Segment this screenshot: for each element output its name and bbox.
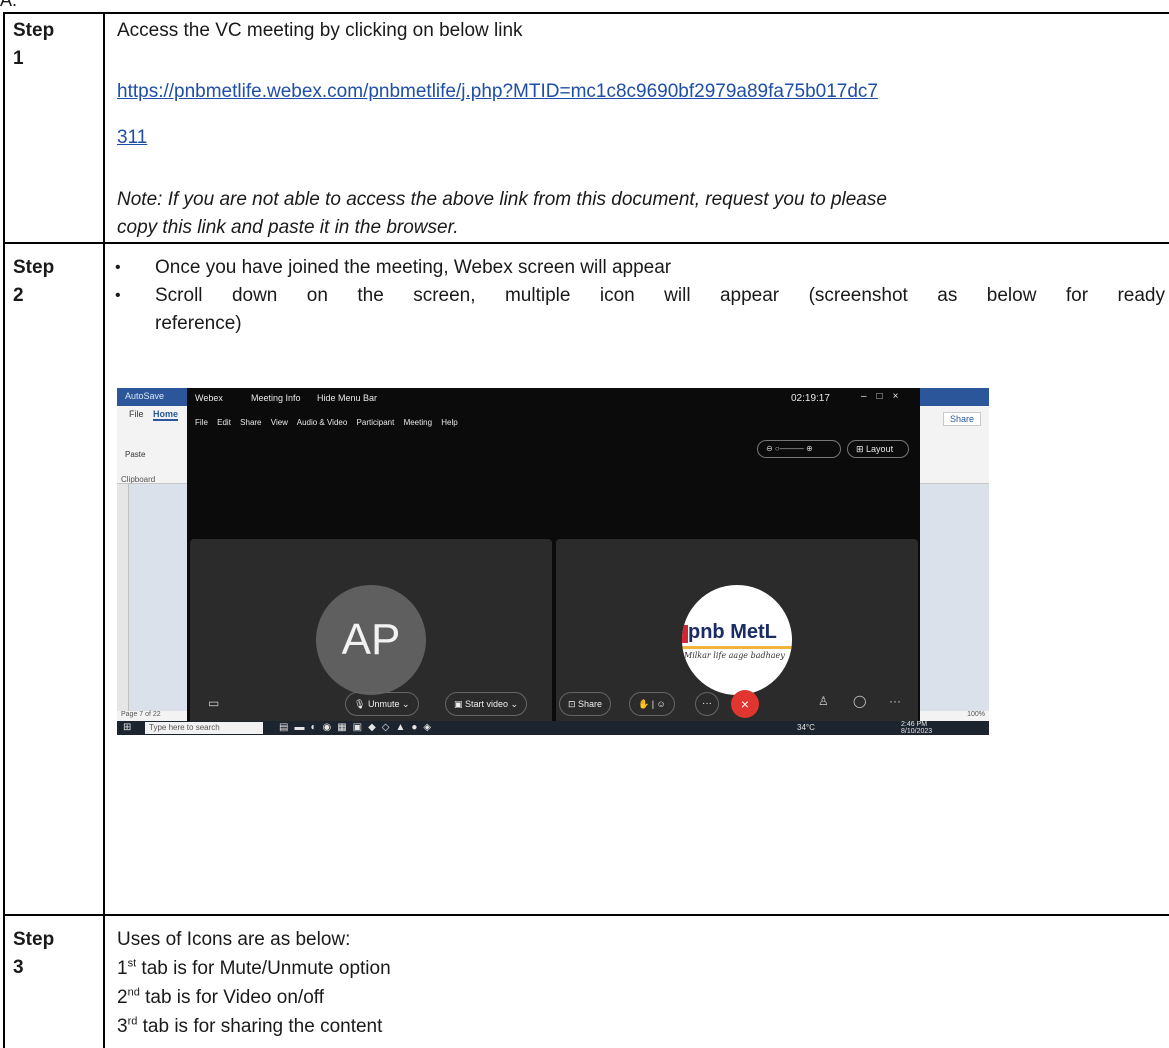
word-share-button: Share <box>942 412 981 426</box>
webex-menu-item: Edit <box>217 418 231 427</box>
step-2-bullet-1: Once you have joined the meeting, Webex … <box>155 257 672 278</box>
bullet-icon: • <box>115 287 121 304</box>
step-3-item-2: 2nd tab is for Video on/off <box>117 986 324 1008</box>
webex-menu-bar: File Edit Share View Audio & Video Parti… <box>195 418 465 427</box>
system-time: 2:46 PM <box>901 721 928 728</box>
system-clock: 2:46 PM 8/10/2023 <box>901 721 932 735</box>
zoom-slider-icon: ⊖ ○——— ⊕ <box>757 440 841 458</box>
taskbar-search: Type here to search <box>145 722 263 734</box>
step-2-number: 2 <box>13 285 24 306</box>
webex-window: Webex Meeting Info Hide Menu Bar 02:19:1… <box>187 388 920 735</box>
autosave-label: AutoSave <box>125 391 165 401</box>
reactions-button: ✋ | ☺ <box>629 692 675 716</box>
step-2-bullet-2-line-1: Scroll down on the screen, multiple icon… <box>155 285 1165 306</box>
taskbar-app-icons: ▤▬◐◉▦▣◆◇▲●◈ <box>279 722 438 733</box>
logo-tagline: Milkar life aage badhaey <box>684 651 785 660</box>
word-zoom-level: 100% <box>967 711 985 718</box>
step-2-word: Step <box>13 257 55 278</box>
step-1-note-line-2: copy this link and paste it in the brows… <box>117 217 459 238</box>
step-1-word: Step <box>13 20 55 41</box>
share-button: ⊡ Share <box>559 692 612 716</box>
webex-menu-item: View <box>270 418 288 427</box>
webex-screenshot: AutoSave File Home Paste Clipboard Share… <box>117 388 989 735</box>
windows-taskbar: ⊞ Type here to search ▤▬◐◉▦▣◆◇▲●◈ 34°C 2… <box>117 721 989 735</box>
word-paste-label: Paste <box>125 450 146 459</box>
layout-label: Layout <box>866 444 894 454</box>
table-border-left <box>3 12 5 1048</box>
step-1-note-line-1: Note: If you are not able to access the … <box>117 189 887 210</box>
avatar: AP <box>316 585 426 695</box>
word-page-status: Page 7 of 22 <box>121 711 161 718</box>
table-column-divider <box>103 12 105 1048</box>
step-2-label: Step 2 <box>13 254 101 310</box>
meeting-link-line-1[interactable]: https://pnbmetlife.webex.com/pnbmetlife/… <box>117 78 878 106</box>
meeting-link-line-2[interactable]: 311 <box>117 124 147 152</box>
step-2-bullet-2-line-2: reference) <box>155 313 242 334</box>
windows-start-icon: ⊞ <box>123 722 132 733</box>
table-row-divider-2 <box>3 914 1169 916</box>
start-video-label: Start video <box>465 699 509 709</box>
step-3-intro: Uses of Icons are as below: <box>117 929 351 950</box>
word-ruler <box>117 484 129 735</box>
step-1-number: 1 <box>13 48 24 69</box>
end-call-icon: × <box>731 690 759 718</box>
meeting-info-label: Meeting Info <box>251 393 301 403</box>
webex-menu-item: Share <box>240 418 262 427</box>
webex-title-bar: Webex Meeting Info Hide Menu Bar 02:19:1… <box>187 388 920 408</box>
unmute-label: Unmute <box>367 699 400 709</box>
webex-brand: Webex <box>195 393 223 403</box>
word-tab-home: Home <box>153 409 179 421</box>
table-row-divider-1 <box>3 242 1169 244</box>
more-icon: ··· <box>889 694 901 708</box>
system-date: 8/10/2023 <box>901 728 933 735</box>
bullet-icon: • <box>115 259 121 276</box>
table-border-top <box>3 12 1169 14</box>
stray-label: A. <box>0 0 18 10</box>
chat-icon: ◯ <box>853 694 867 708</box>
captions-icon: ▭ <box>208 696 220 710</box>
word-clipboard-label: Clipboard <box>121 475 156 484</box>
share-label: Share <box>578 699 603 709</box>
hide-menu-bar-label: Hide Menu Bar <box>317 393 378 403</box>
unmute-button: 🎙 Unmute ⌄ <box>345 692 419 716</box>
step-3-item-1: 1st tab is for Mute/Unmute option <box>117 957 391 979</box>
logo-name: pnb MetL <box>688 621 777 643</box>
step-3-word: Step <box>13 929 55 950</box>
more-options-icon: ··· <box>695 692 719 716</box>
step-3-label: Step 3 <box>13 926 101 982</box>
step-3-item-3: 3rd tab is for sharing the content <box>117 1015 383 1037</box>
meeting-timer: 02:19:17 <box>791 393 830 404</box>
step-1-label: Step 1 <box>13 17 101 73</box>
webex-menu-item: File <box>195 418 208 427</box>
layout-button: ⊞ Layout <box>847 440 909 458</box>
weather-temperature: 34°C <box>797 723 815 732</box>
start-video-button: ▣ Start video ⌄ <box>445 692 528 716</box>
pnb-metlife-logo: pnb MetL Milkar life aage badhaey <box>682 585 792 695</box>
webex-menu-item: Meeting <box>403 418 433 427</box>
webex-menu-item: Audio & Video <box>296 418 348 427</box>
participants-icon: ♙ <box>818 694 829 708</box>
webex-menu-item: Participant <box>356 418 395 427</box>
step-3-number: 3 <box>13 957 24 978</box>
webex-menu-item: Help <box>441 418 458 427</box>
step-1-intro: Access the VC meeting by clicking on bel… <box>117 20 523 41</box>
word-tab-file: File <box>129 409 144 419</box>
window-controls-icon: –□× <box>861 391 909 402</box>
